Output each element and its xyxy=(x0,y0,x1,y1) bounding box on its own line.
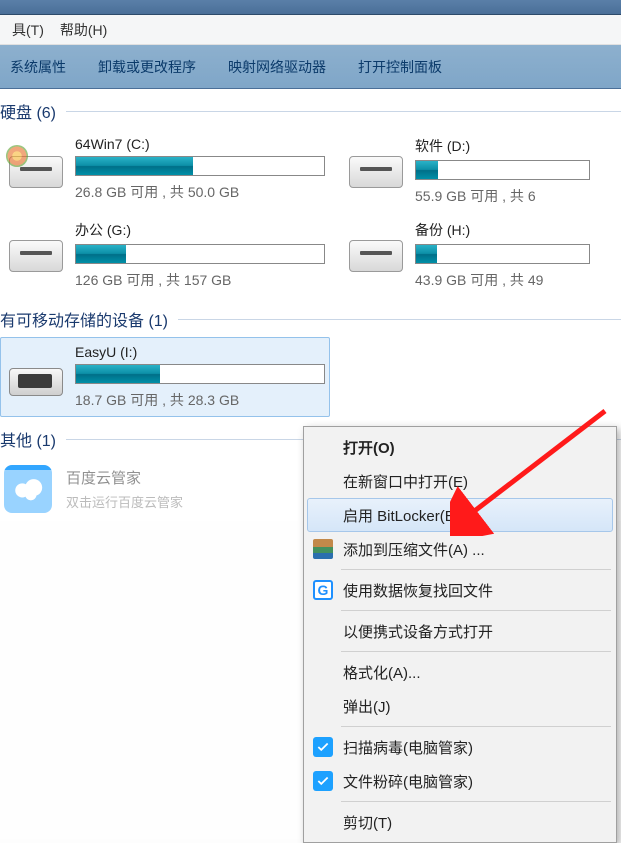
baidu-cloud-title: 百度云管家 xyxy=(66,467,183,488)
ctx-add-archive[interactable]: 添加到压缩文件(A) ... xyxy=(307,532,613,566)
toolbar: 系统属性 卸载或更改程序 映射网络驱动器 打开控制面板 xyxy=(0,45,621,89)
ctx-open-new-window[interactable]: 在新窗口中打开(E) xyxy=(307,464,613,498)
drive-h[interactable]: 备份 (H:) 43.9 GB 可用 , 共 49 xyxy=(340,213,610,297)
removable-section-label: 有可移动存储的设备 (1) xyxy=(0,307,168,331)
hdd-icon xyxy=(9,232,63,272)
separator xyxy=(341,610,611,611)
hdd-section-header[interactable]: 硬盘 (6) xyxy=(0,89,621,129)
usage-bar xyxy=(75,364,325,384)
drive-i[interactable]: EasyU (I:) 18.7 GB 可用 , 共 28.3 GB xyxy=(0,337,330,417)
ctx-open[interactable]: 打开(O) xyxy=(307,430,613,464)
ctx-eject[interactable]: 弹出(J) xyxy=(307,689,613,723)
divider xyxy=(178,319,621,320)
drive-stats: 126 GB 可用 , 共 157 GB xyxy=(75,270,331,290)
menubar: 具(T) 帮助(H) xyxy=(0,15,621,45)
cloud-icon xyxy=(4,465,52,513)
other-section-label: 其他 (1) xyxy=(0,427,56,451)
menu-help[interactable]: 帮助(H) xyxy=(52,16,115,44)
baidu-cloud-sub: 双击运行百度云管家 xyxy=(66,492,183,511)
drive-c[interactable]: 64Win7 (C:) 26.8 GB 可用 , 共 50.0 GB xyxy=(0,129,340,213)
window-titlebar xyxy=(0,0,621,15)
separator xyxy=(341,726,611,727)
dim-overlay xyxy=(0,470,304,839)
ctx-enable-bitlocker[interactable]: 启用 BitLocker(B)... xyxy=(307,498,613,532)
usb-drive-icon xyxy=(9,356,63,396)
drive-g[interactable]: 办公 (G:) 126 GB 可用 , 共 157 GB xyxy=(0,213,340,297)
recovery-icon: G xyxy=(313,580,333,600)
ctx-portable-open[interactable]: 以便携式设备方式打开 xyxy=(307,614,613,648)
drive-label: 办公 (G:) xyxy=(75,220,331,240)
control-panel-link[interactable]: 打开控制面板 xyxy=(358,57,442,77)
drive-label: 备份 (H:) xyxy=(415,220,601,240)
usage-bar xyxy=(75,244,325,264)
removable-section-header[interactable]: 有可移动存储的设备 (1) xyxy=(0,297,621,337)
shield-icon xyxy=(313,771,333,791)
usage-bar xyxy=(415,244,590,264)
ctx-format[interactable]: 格式化(A)... xyxy=(307,655,613,689)
drive-stats: 55.9 GB 可用 , 共 6 xyxy=(415,186,601,206)
drive-stats: 26.8 GB 可用 , 共 50.0 GB xyxy=(75,182,331,202)
drive-label: 64Win7 (C:) xyxy=(75,136,331,152)
system-properties-link[interactable]: 系统属性 xyxy=(10,57,66,77)
shield-icon xyxy=(313,737,333,757)
ctx-shred[interactable]: 文件粉碎(电脑管家) xyxy=(307,764,613,798)
usage-bar xyxy=(75,156,325,176)
hdd-icon xyxy=(9,148,63,188)
separator xyxy=(341,651,611,652)
separator xyxy=(341,801,611,802)
drive-label: EasyU (I:) xyxy=(75,344,325,360)
drive-stats: 18.7 GB 可用 , 共 28.3 GB xyxy=(75,390,325,410)
hdd-icon xyxy=(349,148,403,188)
drive-label: 软件 (D:) xyxy=(415,136,601,156)
usage-bar xyxy=(415,160,590,180)
archive-icon xyxy=(313,539,333,559)
context-menu: 打开(O) 在新窗口中打开(E) 启用 BitLocker(B)... 添加到压… xyxy=(303,426,617,843)
ctx-data-recovery[interactable]: G 使用数据恢复找回文件 xyxy=(307,573,613,607)
hdd-section-label: 硬盘 (6) xyxy=(0,99,56,123)
divider xyxy=(66,111,621,112)
uninstall-link[interactable]: 卸载或更改程序 xyxy=(98,57,196,77)
ctx-cut[interactable]: 剪切(T) xyxy=(307,805,613,839)
map-drive-link[interactable]: 映射网络驱动器 xyxy=(228,57,326,77)
hdd-icon xyxy=(349,232,403,272)
drive-d[interactable]: 软件 (D:) 55.9 GB 可用 , 共 6 xyxy=(340,129,610,213)
separator xyxy=(341,569,611,570)
menu-tools[interactable]: 具(T) xyxy=(4,16,52,44)
drive-stats: 43.9 GB 可用 , 共 49 xyxy=(415,270,601,290)
ctx-scan-virus[interactable]: 扫描病毒(电脑管家) xyxy=(307,730,613,764)
